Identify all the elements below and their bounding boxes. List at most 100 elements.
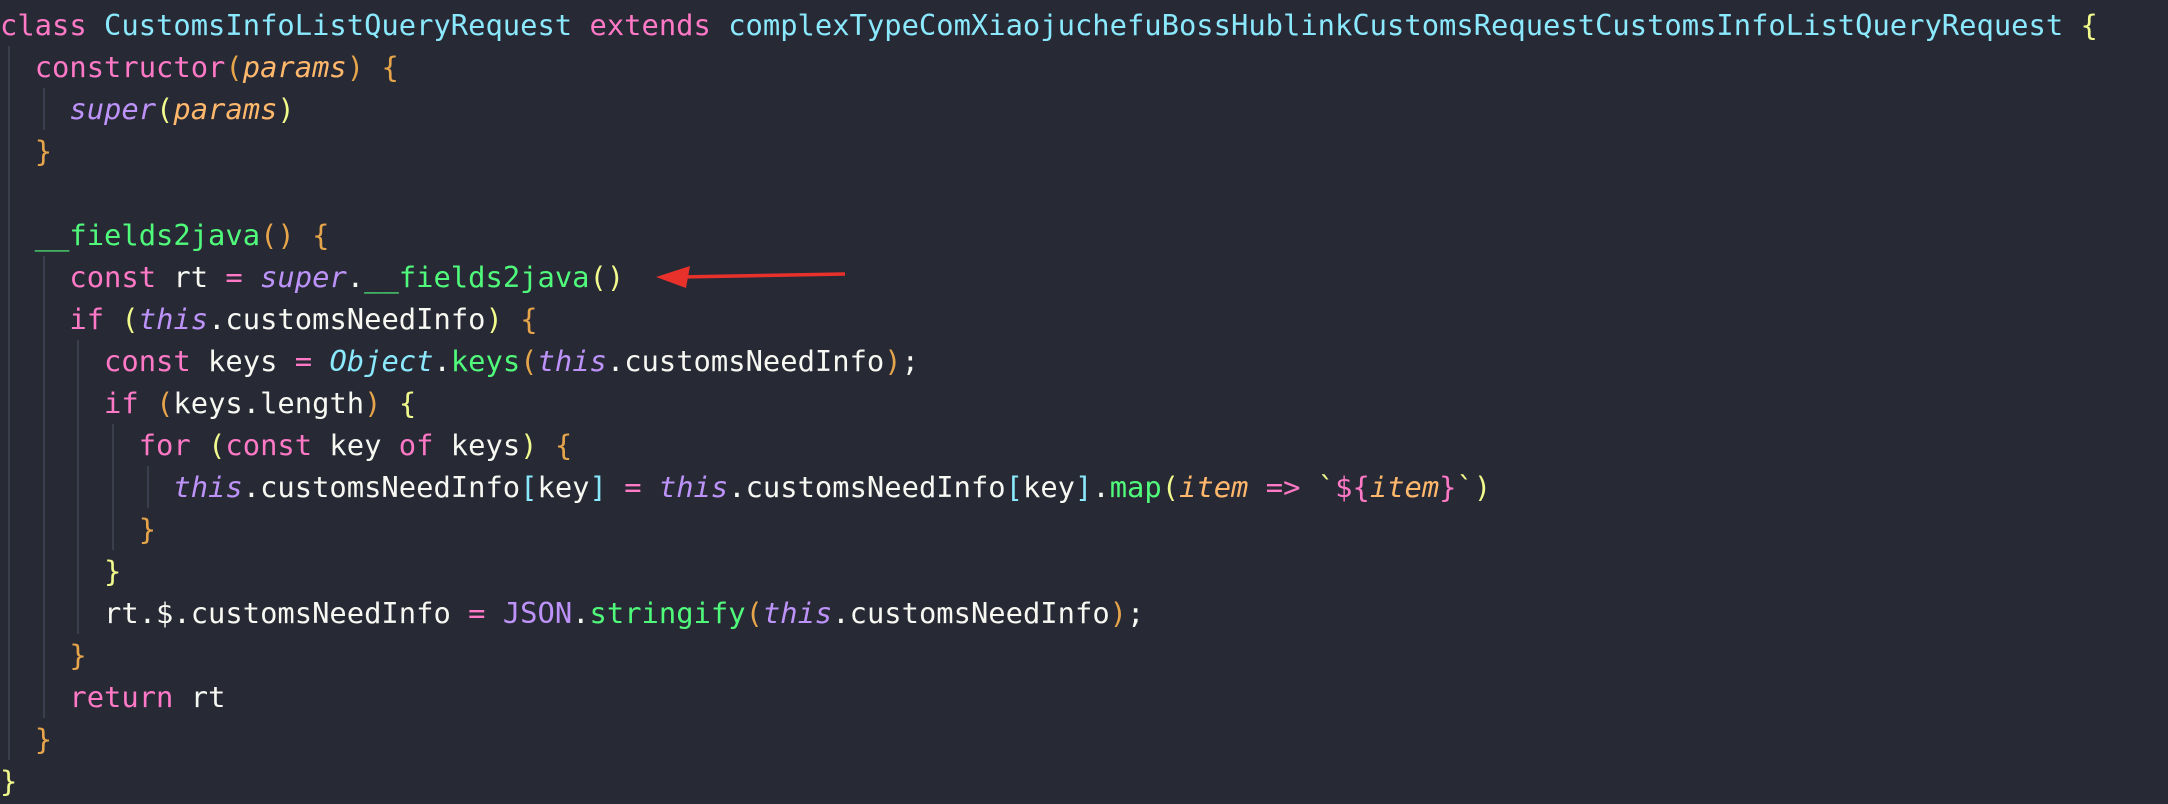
code-token: return [69,680,174,714]
code-token: constructor [34,50,226,84]
code-line: __fields2java() { [0,214,330,256]
code-token: = [225,260,243,294]
code-token: map [1109,470,1162,504]
code-editor[interactable]: class CustomsInfoListQueryRequest extend… [0,0,2168,804]
code-token: ( [1161,470,1180,504]
code-token: } [69,638,87,672]
code-token: this [537,344,607,378]
code-token: __fields2java [34,218,261,252]
code-token: . [433,344,451,378]
code-token: ) [346,50,365,84]
code-line: } [0,718,52,760]
code-line: } [0,550,121,592]
code-token: ) [1109,596,1128,630]
code-token: const [104,344,191,378]
code-token: const [225,428,313,462]
code-line: this.customsNeedInfo[key] = this.customs… [0,466,1491,508]
code-token: item [1369,470,1440,504]
code-token: ) [364,386,382,420]
code-token: ( [121,302,139,336]
code-token: . [572,596,590,630]
code-token: if [104,386,139,420]
code-token: rt [156,260,226,294]
code-token: __fields2java [364,260,590,294]
code-token: stringify [589,596,746,630]
code-token: keys [433,428,521,462]
code-token: const [69,260,157,294]
code-token: .customsNeedInfo [606,344,885,378]
code-token: params [173,92,278,126]
code-line: } [0,760,17,802]
code-token: = [294,344,313,378]
code-token: extends [589,8,711,42]
code-token: ` [1317,470,1336,504]
code-token: ` [1456,470,1474,504]
code-token: class [0,8,87,42]
code-token: => [1265,470,1301,504]
code-token: () [260,218,295,252]
code-token: for [138,428,191,462]
code-line: const keys = Object.keys(this.customsNee… [0,340,919,382]
code-token: { [381,50,399,84]
code-token: Object [329,344,434,378]
code-token: super [69,92,157,126]
code-token: [ [520,470,538,504]
code-token: this [658,470,729,504]
code-token: ) [884,344,902,378]
code-token: key [1022,470,1075,504]
code-token: this [138,302,209,336]
code-token: ( [520,344,538,378]
code-token: this [173,470,243,504]
code-token: ; [1127,596,1145,630]
code-token: .customsNeedInfo [242,470,521,504]
code-line: super(params) [0,88,294,130]
code-token: rt.$.customsNeedInfo [104,596,469,630]
code-token: CustomsInfoListQueryRequest [104,8,573,42]
code-token: } [0,764,18,798]
code-token: { [312,218,330,252]
code-token: super [260,260,347,294]
code-token: .customsNeedInfo [208,302,486,336]
code-token: rt [173,680,226,714]
code-token: } [104,554,122,588]
code-token: keys [190,344,295,378]
code-line: const rt = super.__fields2java() [0,256,624,298]
code-line: } [0,508,156,550]
code-token: key [312,428,399,462]
code-token: { [520,302,538,336]
code-token: ( [208,428,226,462]
code-token: } [138,512,157,546]
code-token: { [2080,8,2098,42]
code-token: ) [520,428,538,462]
code-token: ( [156,386,174,420]
code-line: if (this.customsNeedInfo) { [0,298,538,340]
code-token: = [624,470,642,504]
code-line: class CustomsInfoListQueryRequest extend… [0,4,2098,46]
code-line: for (const key of keys) { [0,424,572,466]
code-line: } [0,130,52,172]
code-token: = [468,596,486,630]
code-token: ) [1473,470,1492,504]
code-token: keys [450,344,521,378]
code-line: constructor(params) { [0,46,399,88]
code-token: item [1179,470,1249,504]
code-token: () [589,260,625,294]
